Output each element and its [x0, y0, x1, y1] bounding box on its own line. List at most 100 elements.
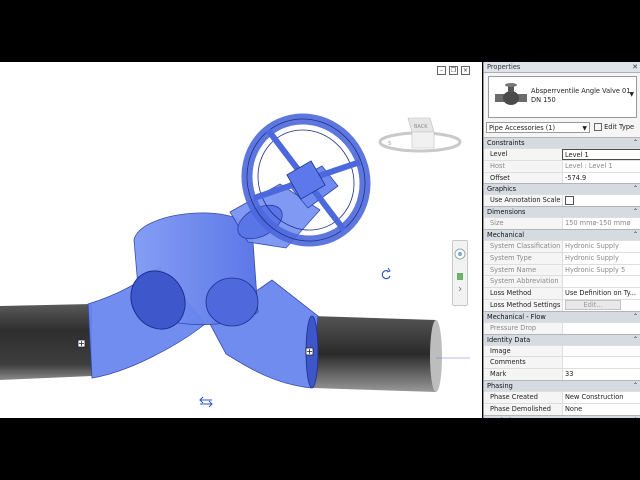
group-title: Mechanical: [487, 230, 525, 239]
property-value: Hydronic Supply: [562, 252, 640, 264]
valve-model[interactable]: BACK S: [0, 62, 482, 418]
property-value: Hydronic Supply 5: [562, 264, 640, 276]
property-row[interactable]: Comments: [484, 356, 640, 369]
collapse-icon[interactable]: ⌃: [633, 207, 638, 217]
property-row[interactable]: System Name Hydronic Supply 5: [484, 263, 640, 276]
group-header[interactable]: Constraints ⌃: [484, 137, 640, 148]
property-name: Loss Method: [490, 289, 532, 298]
3d-viewport[interactable]: – ❐ × BACK S: [0, 62, 482, 418]
property-value[interactable]: -574.9: [562, 172, 640, 184]
property-name: Size: [490, 219, 504, 228]
property-value[interactable]: None: [562, 403, 640, 415]
collapse-icon[interactable]: ⌃: [633, 230, 638, 240]
property-value[interactable]: Edit...: [562, 299, 640, 311]
rotate-icon[interactable]: [381, 267, 391, 280]
property-name: Phase Created: [490, 392, 538, 401]
property-row[interactable]: Image: [484, 344, 640, 357]
property-name: Loss Method Settings: [490, 300, 561, 309]
connector-grip-right[interactable]: [305, 347, 314, 356]
collapse-icon[interactable]: ⌃: [633, 381, 638, 391]
group-header[interactable]: Mechanical - Flow ⌃: [484, 310, 640, 322]
collapse-icon[interactable]: ⌃: [633, 416, 638, 418]
property-value[interactable]: New Construction: [562, 391, 640, 403]
property-row[interactable]: Use Annotation Scale: [484, 194, 640, 207]
group-header[interactable]: Identity Data ⌃: [484, 333, 640, 345]
property-name: Comments: [490, 358, 526, 367]
property-row[interactable]: System Abbreviation: [484, 275, 640, 288]
instance-filter-dropdown[interactable]: Pipe Accessories (1) ▼: [486, 122, 590, 133]
property-row[interactable]: Phase Created New Construction: [484, 390, 640, 403]
group-title: Constraints: [487, 139, 525, 147]
property-row[interactable]: System Classification Hydronic Supply: [484, 239, 640, 252]
group-header[interactable]: Mechanical ⌃: [484, 228, 640, 240]
viewcube[interactable]: BACK S: [378, 117, 462, 153]
group-header[interactable]: Dimensions ⌃: [484, 206, 640, 218]
property-name: System Name: [490, 265, 537, 274]
chevron-down-icon: ▼: [582, 125, 587, 132]
chevron-down-icon[interactable]: ▼: [629, 91, 634, 98]
property-value[interactable]: [562, 345, 640, 357]
property-row[interactable]: System Type Hydronic Supply: [484, 251, 640, 264]
properties-panel: Properties ✕ Absperrventile Angle Valve …: [483, 62, 640, 418]
property-value[interactable]: 33: [562, 369, 640, 380]
property-value: Level : Level 1: [562, 160, 640, 172]
property-name: Level: [490, 150, 508, 158]
property-row[interactable]: Offset -574.9: [484, 171, 640, 184]
property-value[interactable]: [562, 195, 640, 207]
property-name: Offset: [490, 173, 510, 182]
flip-icon[interactable]: [199, 396, 213, 408]
property-name: System Classification: [490, 241, 561, 250]
property-value: [562, 276, 640, 288]
property-value: Hydronic Supply: [562, 240, 640, 252]
property-value: [562, 322, 640, 334]
group-title: Graphics: [487, 185, 517, 194]
property-value[interactable]: Level 1: [562, 149, 640, 160]
type-name-line2: DN 150: [531, 96, 556, 104]
use-annotation-scale-checkbox[interactable]: [565, 195, 574, 205]
collapse-icon[interactable]: ⌃: [633, 335, 638, 345]
group-title: Insulation: [487, 417, 519, 418]
property-row[interactable]: Level Level 1: [484, 148, 640, 160]
group-header[interactable]: Graphics ⌃: [484, 183, 640, 195]
property-row[interactable]: Size 150 mmø-150 mmø: [484, 217, 640, 229]
collapse-icon[interactable]: ⌃: [633, 312, 638, 322]
property-row[interactable]: Phase Demolished None: [484, 402, 640, 415]
properties-title: Properties: [487, 63, 521, 71]
viewcube-back-label: BACK: [414, 124, 428, 130]
property-row[interactable]: Pressure Drop: [484, 321, 640, 334]
property-row[interactable]: Loss Method Use Definition on Ty...: [484, 287, 640, 299]
instance-filter-value: Pipe Accessories (1): [489, 124, 556, 132]
type-selector[interactable]: Absperrventile Angle Valve 01 DN 150 ▼: [488, 76, 637, 118]
connector-grip-left[interactable]: [77, 339, 86, 348]
edit-type-button[interactable]: Edit Type: [594, 122, 638, 133]
viewcube-compass-label: S: [388, 141, 391, 147]
group-title: Phasing: [487, 381, 513, 390]
navigation-bar[interactable]: [452, 240, 468, 306]
property-name: Phase Demolished: [490, 404, 551, 413]
edit-type-label: Edit Type: [604, 123, 635, 131]
zoom-icon[interactable]: [457, 273, 463, 280]
edit-type-icon: [594, 123, 602, 131]
group-title: Mechanical - Flow: [487, 312, 546, 321]
property-value[interactable]: Use Definition on Ty...: [562, 288, 640, 299]
property-name: System Abbreviation: [490, 277, 559, 286]
close-icon[interactable]: ✕: [632, 62, 638, 72]
property-row[interactable]: Loss Method Settings Edit...: [484, 298, 640, 311]
properties-title-bar: Properties ✕: [484, 62, 640, 73]
properties-grid: Constraints ⌃ Level Level 1 Host Level : Leve…: [484, 137, 640, 418]
property-name: Use Annotation Scale: [490, 196, 561, 205]
property-name: Image: [490, 346, 511, 355]
property-row[interactable]: Mark 33: [484, 368, 640, 380]
property-value[interactable]: [562, 357, 640, 369]
property-name: Host: [490, 161, 506, 170]
group-header[interactable]: Insulation ⌃: [484, 414, 640, 418]
edit-loss-method-button[interactable]: Edit...: [565, 299, 621, 310]
property-value: 150 mmø-150 mmø: [562, 218, 640, 229]
right-pipe[interactable]: [312, 316, 436, 392]
type-name-line1: Absperrventile Angle Valve 01: [531, 87, 631, 95]
property-name: Pressure Drop: [490, 323, 537, 332]
group-header[interactable]: Phasing ⌃: [484, 379, 640, 391]
property-row[interactable]: Host Level : Level 1: [484, 159, 640, 172]
collapse-icon[interactable]: ⌃: [633, 138, 638, 148]
collapse-icon[interactable]: ⌃: [633, 184, 638, 194]
